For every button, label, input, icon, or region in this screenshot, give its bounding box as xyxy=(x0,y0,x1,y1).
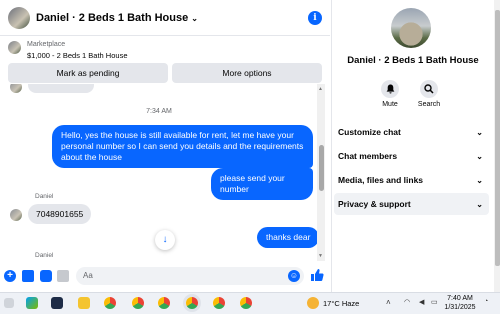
thumbs-up-icon[interactable] xyxy=(310,268,324,282)
message-timestamp: 7:34 AM xyxy=(146,108,172,115)
chat-title[interactable]: Daniel · 2 Beds 1 Bath House ⌄ xyxy=(36,12,198,24)
clock[interactable]: 7:40 AM 1/31/2025 xyxy=(443,294,477,312)
chevron-down-icon: ⌄ xyxy=(476,175,483,185)
mark-as-pending-button[interactable]: Mark as pending xyxy=(8,63,168,83)
scroll-to-bottom-arrow-icon[interactable]: ↓ xyxy=(155,230,175,250)
sender-avatar xyxy=(10,209,22,221)
menu-label: Media, files and links xyxy=(338,175,424,185)
gif-icon[interactable] xyxy=(57,270,69,282)
search-button[interactable]: Search xyxy=(409,80,449,108)
search-icon[interactable] xyxy=(420,80,438,98)
copilot-icon[interactable] xyxy=(26,297,38,309)
sender-name: Daniel xyxy=(35,252,54,259)
chat-pane: Daniel · 2 Beds 1 Bath House ⌄ i Marketpl… xyxy=(0,0,330,292)
chevron-down-icon: ⌄ xyxy=(476,151,483,161)
bell-icon[interactable] xyxy=(381,80,399,98)
chrome-icon[interactable] xyxy=(158,297,170,309)
message-list[interactable]: 7:34 AM Hello, yes the house is still av… xyxy=(0,84,330,261)
speaker-icon[interactable]: ◀ xyxy=(419,298,424,306)
search-label: Search xyxy=(417,101,441,108)
mute-label: Mute xyxy=(382,101,398,108)
chevron-down-icon[interactable]: ⌄ xyxy=(191,14,198,23)
wifi-icon[interactable]: ◠ xyxy=(404,298,410,306)
chrome-icon[interactable] xyxy=(104,297,116,309)
incoming-message[interactable]: 7048901655 xyxy=(28,204,92,224)
chrome-icon[interactable] xyxy=(213,297,225,309)
clock-date: 1/31/2025 xyxy=(444,304,476,311)
conversation-avatar xyxy=(391,8,431,48)
chrome-icon[interactable] xyxy=(132,297,144,309)
messenger-window: Daniel · 2 Beds 1 Bath House ⌄ i Marketpl… xyxy=(0,0,500,292)
sender-name: Daniel xyxy=(35,193,54,200)
menu-chat-members[interactable]: Chat members ⌄ xyxy=(334,145,489,167)
menu-label: Privacy & support xyxy=(338,199,411,209)
marketplace-listing[interactable]: Marketplace $1,000 - 2 Beds 1 Bath House xyxy=(0,37,330,62)
mute-button[interactable]: Mute xyxy=(370,80,410,108)
chrome-icon[interactable] xyxy=(240,297,252,309)
conversation-name: Daniel · 2 Beds 1 Bath House xyxy=(347,55,479,66)
chevron-down-icon: ⌄ xyxy=(476,127,483,137)
menu-privacy-support[interactable]: Privacy & support ⌄ xyxy=(334,193,489,215)
plus-icon[interactable]: + xyxy=(4,270,16,282)
info-scrollbar-thumb[interactable] xyxy=(495,10,500,266)
scroll-down-arrow-icon[interactable]: ▼ xyxy=(318,253,323,259)
outgoing-message[interactable]: please send your number xyxy=(211,168,313,200)
sender-avatar xyxy=(10,84,22,93)
chevron-up-icon[interactable]: ˄ xyxy=(386,298,391,307)
more-options-button[interactable]: More options xyxy=(172,63,322,83)
store-icon[interactable] xyxy=(51,297,63,309)
clock-time: 7:40 AM xyxy=(447,295,473,302)
sticker-icon[interactable] xyxy=(40,270,52,282)
message-input[interactable]: Aa xyxy=(76,267,304,285)
outgoing-message[interactable]: Hello, yes the house is still available … xyxy=(52,125,313,168)
listing-description: $1,000 - 2 Beds 1 Bath House xyxy=(27,51,128,60)
file-explorer-icon[interactable] xyxy=(78,297,90,309)
outgoing-message[interactable]: thanks dear xyxy=(257,227,320,248)
listing-label: Marketplace xyxy=(27,41,66,48)
chrome-icon[interactable] xyxy=(186,297,198,309)
chat-header: Daniel · 2 Beds 1 Bath House ⌄ i xyxy=(0,0,330,36)
chevron-down-icon: ⌄ xyxy=(476,199,483,209)
weather-text[interactable]: 17°C Haze xyxy=(323,299,359,308)
previous-incoming-bubble[interactable] xyxy=(28,84,94,93)
battery-icon[interactable]: ▭ xyxy=(431,298,438,306)
weather-sun-icon[interactable] xyxy=(307,297,319,309)
conversation-info-pane: Daniel · 2 Beds 1 Bath House Mute Search… xyxy=(331,0,500,292)
contact-avatar[interactable] xyxy=(8,6,30,29)
chat-title-text[interactable]: Daniel · 2 Beds 1 Bath House xyxy=(36,12,188,24)
menu-label: Customize chat xyxy=(338,127,401,137)
photo-icon[interactable] xyxy=(22,270,34,282)
scroll-up-arrow-icon[interactable]: ▲ xyxy=(318,86,323,92)
menu-label: Chat members xyxy=(338,151,398,161)
listing-thumbnail xyxy=(8,41,21,54)
emoji-icon[interactable]: ☺ xyxy=(288,270,300,282)
info-icon[interactable]: i xyxy=(308,11,322,25)
widgets-icon[interactable] xyxy=(4,298,14,308)
menu-customize-chat[interactable]: Customize chat ⌄ xyxy=(334,121,489,143)
message-scrollbar-thumb[interactable] xyxy=(319,145,324,191)
menu-media-files-links[interactable]: Media, files and links ⌄ xyxy=(334,169,489,191)
notification-bell-icon[interactable]: ◔ xyxy=(484,298,488,305)
